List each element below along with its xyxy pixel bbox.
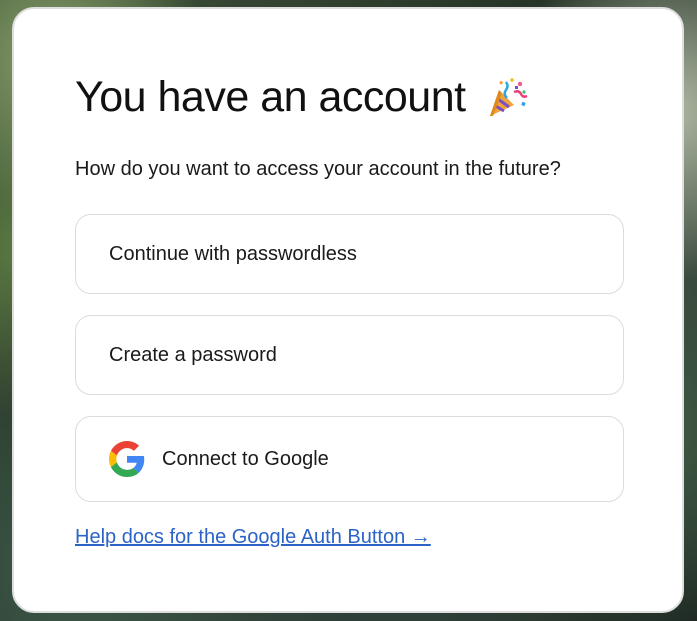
connect-google-button[interactable]: Connect to Google [75, 416, 624, 502]
option-label: Continue with passwordless [109, 242, 357, 265]
party-popper-icon [484, 76, 528, 120]
title-row: You have an account [75, 73, 528, 122]
google-icon [109, 441, 145, 477]
create-password-button[interactable]: Create a password [75, 315, 624, 395]
page-title: You have an account [75, 73, 466, 121]
auth-card: You have an account How do you want to a… [12, 7, 684, 613]
option-label: Create a password [109, 343, 277, 366]
subtitle: How do you want to access your account i… [75, 158, 561, 180]
help-docs-link[interactable]: Help docs for the Google Auth Button → [75, 526, 431, 549]
continue-passwordless-button[interactable]: Continue with passwordless [75, 214, 624, 294]
option-label: Connect to Google [162, 447, 329, 470]
